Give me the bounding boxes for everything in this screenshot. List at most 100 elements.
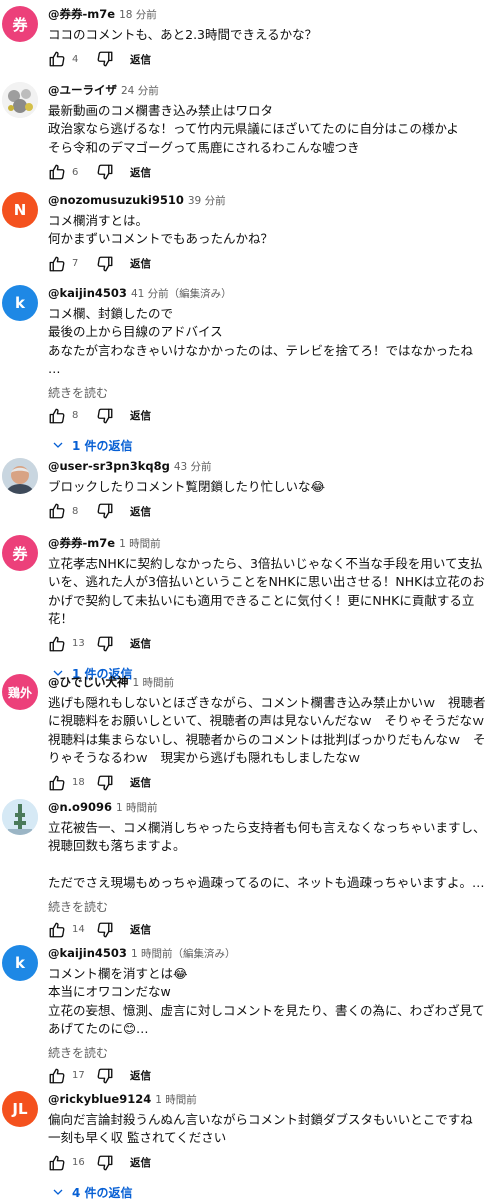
comment-text: コメ欄消すとは。 何かまずいコメントでもあったんかね？ — [48, 213, 274, 247]
read-more-link[interactable]: 続きを読む — [48, 899, 492, 915]
like-count: 8 — [72, 505, 79, 517]
avatar[interactable] — [2, 799, 38, 835]
like-button[interactable] — [48, 635, 66, 653]
read-more-link[interactable]: 続きを読む — [48, 1045, 492, 1061]
comment-body: @券券-m7e 1 時間前 立花孝志NHKに契約しなかったら、3倍払いじゃなく不当… — [48, 535, 492, 682]
like-button[interactable] — [48, 50, 66, 68]
comment-author[interactable]: @ユーライザ — [48, 83, 117, 97]
thumbs-down-icon — [97, 1155, 113, 1171]
comment-time[interactable]: 1 時間前 — [155, 1094, 197, 1106]
reply-button[interactable]: 返信 — [130, 256, 151, 271]
dislike-button[interactable] — [96, 774, 114, 792]
comment-time[interactable]: 18 分前 — [119, 9, 157, 21]
comment-author[interactable]: @rickyblue9124 — [48, 1092, 151, 1106]
comment-time[interactable]: 24 分前 — [121, 85, 159, 97]
reply-button[interactable]: 返信 — [130, 52, 151, 67]
dislike-button[interactable] — [96, 163, 114, 181]
comment-author[interactable]: @券券-m7e — [48, 7, 115, 21]
comment-time[interactable]: 1 時間前 — [119, 538, 161, 550]
comment-time[interactable]: 39 分前 — [188, 195, 226, 207]
thumbs-down-icon — [97, 408, 113, 424]
like-count: 6 — [72, 166, 79, 178]
comment-author[interactable]: @券券-m7e — [48, 536, 115, 550]
comment-actions: 7 返信 — [48, 255, 492, 273]
avatar-image — [2, 799, 38, 835]
view-replies-button[interactable]: 1 件の返信 — [52, 437, 492, 454]
comment-actions: 6 返信 — [48, 163, 492, 181]
comment-header: @rickyblue9124 1 時間前 — [48, 1091, 492, 1107]
like-button[interactable] — [48, 774, 66, 792]
comment-actions: 8 返信 — [48, 502, 492, 520]
dislike-button[interactable] — [96, 1154, 114, 1172]
dislike-button[interactable] — [96, 407, 114, 425]
reply-button[interactable]: 返信 — [130, 165, 151, 180]
avatar[interactable]: k — [2, 285, 38, 321]
comment-actions: 14 返信 — [48, 921, 492, 939]
read-more-link[interactable]: 続きを読む — [48, 385, 492, 401]
comment-time[interactable]: 1 時間前（編集済み） — [131, 948, 236, 960]
comment-author[interactable]: @user-sr3pn3kq8g — [48, 459, 170, 473]
thumbs-down-icon — [97, 775, 113, 791]
dislike-button[interactable] — [96, 50, 114, 68]
chevron-down-icon — [53, 1189, 63, 1196]
like-button[interactable] — [48, 502, 66, 520]
reply-button[interactable]: 返信 — [130, 1155, 151, 1170]
like-count: 18 — [72, 777, 85, 789]
avatar[interactable]: JL — [2, 1091, 38, 1127]
reply-button[interactable]: 返信 — [130, 408, 151, 423]
dislike-button[interactable] — [96, 635, 114, 653]
comment-actions: 17 返信 — [48, 1067, 492, 1085]
like-count: 8 — [72, 410, 79, 422]
like-count: 7 — [72, 258, 79, 270]
like-button[interactable] — [48, 407, 66, 425]
reply-button[interactable]: 返信 — [130, 1068, 151, 1083]
thumbs-up-icon — [49, 164, 65, 180]
avatar[interactable] — [2, 82, 38, 118]
comment-actions: 13 返信 — [48, 635, 492, 653]
view-replies-button[interactable]: 4 件の返信 — [52, 1184, 492, 1200]
like-button[interactable] — [48, 163, 66, 181]
reply-button[interactable]: 返信 — [130, 922, 151, 937]
avatar[interactable]: 券 — [2, 6, 38, 42]
like-count: 4 — [72, 53, 79, 65]
thumbs-down-icon — [97, 164, 113, 180]
reply-button[interactable]: 返信 — [130, 775, 151, 790]
dislike-button[interactable] — [96, 1067, 114, 1085]
like-button[interactable] — [48, 1067, 66, 1085]
comment-actions: 8 返信 — [48, 407, 492, 425]
comment-author[interactable]: @n.o9096 — [48, 800, 112, 814]
like-button[interactable] — [48, 1154, 66, 1172]
reply-button[interactable]: 返信 — [130, 636, 151, 651]
avatar[interactable]: k — [2, 945, 38, 981]
comment-text: 立花被告一、コメ欄消しちゃったら支持者も何も言えなくなっちゃいますし、視聴回数も… — [48, 820, 486, 891]
comment-text: 立花孝志NHKに契約しなかったら、3倍払いじゃなく不当な手段を用いて支払いを、逃… — [48, 556, 485, 627]
reply-button[interactable]: 返信 — [130, 504, 151, 519]
comment-body: @user-sr3pn3kq8g 43 分前 ブロックしたりコメント覧閉鎖したり忙… — [48, 458, 492, 520]
comment-body: @券券-m7e 18 分前 ココのコメントも、あと2.3時間できえるかな？ 4 返… — [48, 6, 492, 68]
like-button[interactable] — [48, 255, 66, 273]
avatar-image — [2, 82, 38, 118]
comment-time[interactable]: 43 分前 — [174, 461, 212, 473]
comment-time[interactable]: 1 時間前 — [116, 802, 158, 814]
comment-author[interactable]: @kaijin4503 — [48, 286, 127, 300]
like-button[interactable] — [48, 921, 66, 939]
avatar[interactable]: N — [2, 192, 38, 228]
comment-time[interactable]: 1 時間前 — [133, 677, 175, 689]
comment-header: @user-sr3pn3kq8g 43 分前 — [48, 458, 492, 474]
comment-author[interactable]: @ひでじい犬神 — [48, 675, 129, 689]
avatar[interactable]: 券 — [2, 535, 38, 571]
comment-author[interactable]: @kaijin4503 — [48, 946, 127, 960]
comment-text: 偏向だ言論封殺うんぬん言いながらコメント封鎖ダブスタもいいとこですね 一刻も早く… — [48, 1112, 473, 1146]
thumbs-up-icon — [49, 1068, 65, 1084]
comment-time[interactable]: 41 分前（編集済み） — [131, 288, 232, 300]
comment-header: @n.o9096 1 時間前 — [48, 799, 492, 815]
comment-text: 逃げも隠れもしないとほざきながら、コメント欄書き込み禁止かいｗ 視聴者に視聴料を… — [48, 695, 498, 766]
dislike-button[interactable] — [96, 255, 114, 273]
dislike-button[interactable] — [96, 921, 114, 939]
comment-text: ブロックしたりコメント覧閉鎖したり忙しいな😂 — [48, 479, 326, 494]
dislike-button[interactable] — [96, 502, 114, 520]
comment-author[interactable]: @nozomusuzuki9510 — [48, 193, 184, 207]
avatar[interactable] — [2, 458, 38, 494]
like-count: 13 — [72, 638, 85, 650]
avatar[interactable]: 鶏外 — [2, 674, 38, 710]
